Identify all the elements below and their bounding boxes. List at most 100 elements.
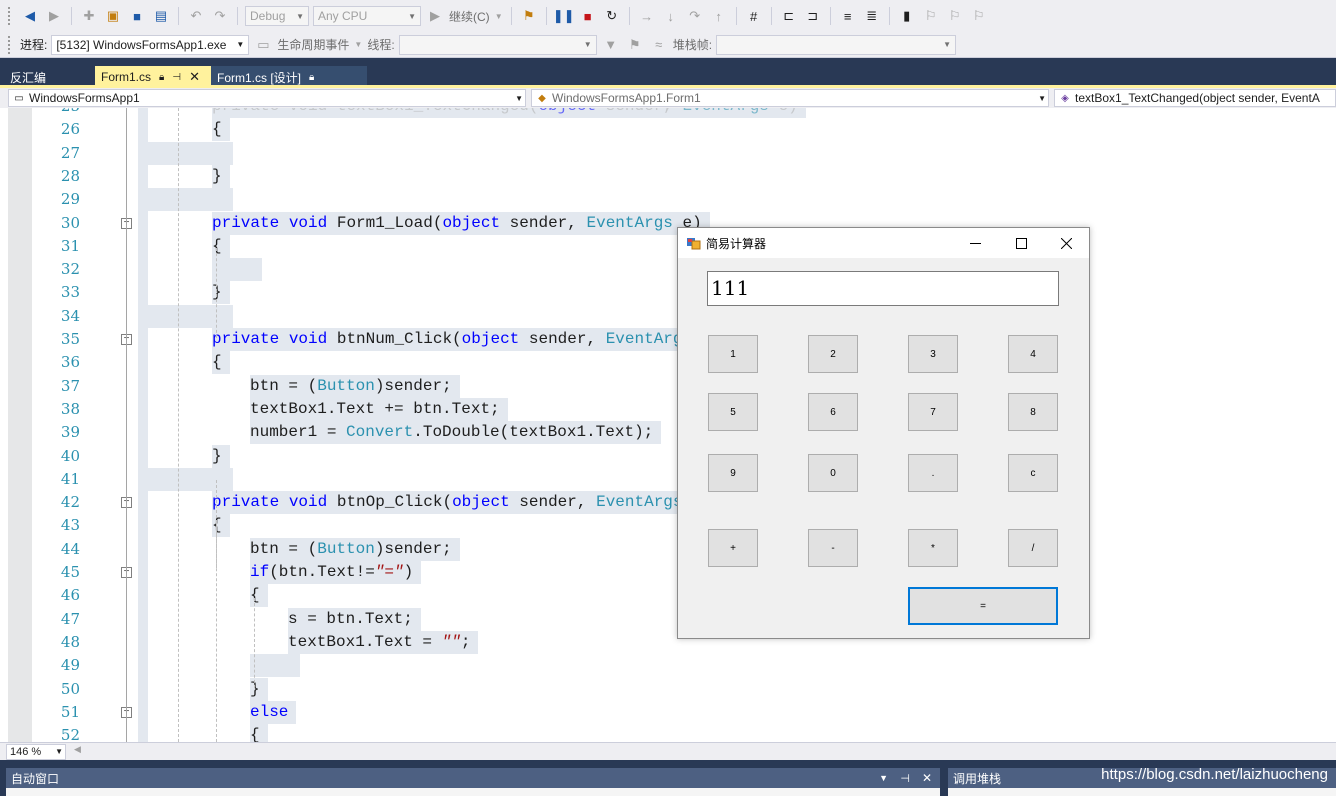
chevron-down-icon[interactable]: ▼ [879,773,888,783]
flag-thread-icon[interactable]: ⚑ [625,35,645,55]
chevron-down-icon[interactable]: ▼ [353,35,363,55]
code-line[interactable]: 47 s = btn.Text; [0,607,1336,631]
key-divide-button[interactable]: / [1008,529,1058,567]
code-line[interactable]: 50} [0,677,1336,701]
code-line[interactable]: 51−else [0,700,1336,724]
process-select[interactable]: [5132] WindowsFormsApp1.exe ▼ [51,34,250,55]
restart-icon[interactable]: ↻ [602,6,622,26]
code-line[interactable]: 26 { [0,118,1336,142]
class-dropdown[interactable]: ◆ WindowsFormsApp1.Form1 ▼ [531,89,1049,107]
key-add-button[interactable]: + [708,529,758,567]
scroll-left-icon[interactable]: ◀ [74,744,81,755]
close-button[interactable] [1043,228,1089,258]
toolbar-grip[interactable] [8,7,12,25]
code-line[interactable]: 32 [0,258,1336,282]
code-line[interactable]: 48 textBox1.Text = ""; [0,630,1336,654]
code-editor[interactable]: 25private void textBox1_TextChanged(obje… [0,108,1336,742]
filter-icon[interactable]: ▼ [601,35,621,55]
redo-icon[interactable]: ↷ [210,6,230,26]
code-line[interactable]: 31 { [0,234,1336,258]
indent-icon[interactable]: ≣ [862,6,882,26]
key-1-button[interactable]: 1 [708,335,758,373]
code-line[interactable]: 42−private void btnOp_Click(object sende… [0,491,1336,515]
code-line[interactable]: 46 { [0,584,1336,608]
clear-bookmarks-icon[interactable]: ⚐ [969,6,989,26]
code-line[interactable]: 30−private void Form1_Load(object sender… [0,211,1336,235]
config-select[interactable]: Debug ▼ [245,6,309,26]
show-next-statement-icon[interactable]: → [637,6,657,26]
calculator-title-bar[interactable]: 简易计算器 [678,228,1089,258]
hex-display-icon[interactable]: # [744,6,764,26]
uncomment-icon[interactable]: ⊐ [803,6,823,26]
comment-icon[interactable]: ⊏ [779,6,799,26]
code-line[interactable]: 37 btn = (Button)sender; [0,374,1336,398]
code-line[interactable]: 38 textBox1.Text += btn.Text; [0,397,1336,421]
key-decimal-button[interactable]: . [908,454,958,492]
code-line[interactable]: 44 btn = (Button)sender; [0,537,1336,561]
stop-icon[interactable]: ■ [578,6,598,26]
platform-select[interactable]: Any CPU ▼ [313,6,421,26]
code-line[interactable]: 49 [0,654,1336,678]
key-7-button[interactable]: 7 [908,393,958,431]
step-over-icon[interactable]: ↷ [685,6,705,26]
code-line[interactable]: 39 number1 = Convert.ToDouble(textBox1.Te… [0,421,1336,445]
autos-panel-header[interactable]: 自动窗口 ▼ ⊣ ✕ [6,768,940,788]
key-3-button[interactable]: 3 [908,335,958,373]
pin-icon[interactable]: ⊣ [172,72,181,83]
lifecycle-events-button[interactable]: 生命周期事件 [277,36,349,53]
show-threads-icon[interactable]: ≈ [649,35,669,55]
key-0-button[interactable]: 0 [808,454,858,492]
pin-icon[interactable]: ⊣ [900,772,910,785]
key-2-button[interactable]: 2 [808,335,858,373]
member-dropdown[interactable]: ◈ textBox1_TextChanged(object sender, Ev… [1054,89,1336,107]
key-4-button[interactable]: 4 [1008,335,1058,373]
code-line[interactable]: 52 { [0,724,1336,742]
code-line[interactable]: 25 private void textBox1_TextChanged(obje… [0,108,1336,118]
code-line[interactable]: 36 { [0,351,1336,375]
key-8-button[interactable]: 8 [1008,393,1058,431]
pause-icon[interactable]: ❚❚ [553,6,575,26]
key-clear-button[interactable]: c [1008,454,1058,492]
close-icon[interactable]: ✕ [189,69,200,85]
minimize-button[interactable] [952,228,998,258]
stack-frame-select[interactable]: ▼ [716,34,957,55]
code-line[interactable]: 27 [0,141,1336,165]
code-line[interactable]: 43 { [0,514,1336,538]
save-all-icon[interactable]: ▤ [151,6,171,26]
undo-icon[interactable]: ↶ [186,6,206,26]
zoom-select[interactable]: 146 % ▼ [6,744,66,760]
code-line[interactable]: 33} [0,281,1336,305]
key-multiply-button[interactable]: * [908,529,958,567]
bookmark-icon[interactable]: ▮ [897,6,917,26]
code-line[interactable]: 28} [0,164,1336,188]
calculator-display[interactable]: 111 [707,271,1059,306]
lifecycle-icon[interactable]: ▭ [253,35,273,55]
key-9-button[interactable]: 9 [708,454,758,492]
thread-select[interactable]: ▼ [398,34,597,55]
next-bookmark-icon[interactable]: ⚐ [945,6,965,26]
code-line[interactable]: 34 [0,304,1336,328]
code-line[interactable]: 41 [0,467,1336,491]
code-line[interactable]: 29 [0,188,1336,212]
play-icon[interactable]: ▶ [425,6,445,26]
key-5-button[interactable]: 5 [708,393,758,431]
code-line[interactable]: 45−if(btn.Text!="=") [0,561,1336,584]
forward-icon[interactable]: ▶ [44,6,64,26]
key-6-button[interactable]: 6 [808,393,858,431]
code-line[interactable]: 40} [0,444,1336,468]
key-subtract-button[interactable]: - [808,529,858,567]
step-into-icon[interactable]: ↓ [661,6,681,26]
toolbar-grip[interactable] [8,35,12,54]
prev-bookmark-icon[interactable]: ⚐ [921,6,941,26]
continue-button[interactable]: 继续(C) [449,8,490,25]
new-project-icon[interactable]: ✚ [79,6,99,26]
attach-process-icon[interactable]: ⚑ [519,6,539,26]
save-icon[interactable]: ■ [127,6,147,26]
project-dropdown[interactable]: ▭ WindowsFormsApp1 ▼ [8,89,526,107]
code-line[interactable]: 35−private void btnNum_Click(object send… [0,328,1336,351]
key-equals-button[interactable]: = [908,587,1058,625]
maximize-button[interactable] [998,228,1044,258]
close-icon[interactable]: ✕ [922,771,932,785]
open-file-icon[interactable]: ▣ [103,6,123,26]
step-out-icon[interactable]: ↑ [709,6,729,26]
